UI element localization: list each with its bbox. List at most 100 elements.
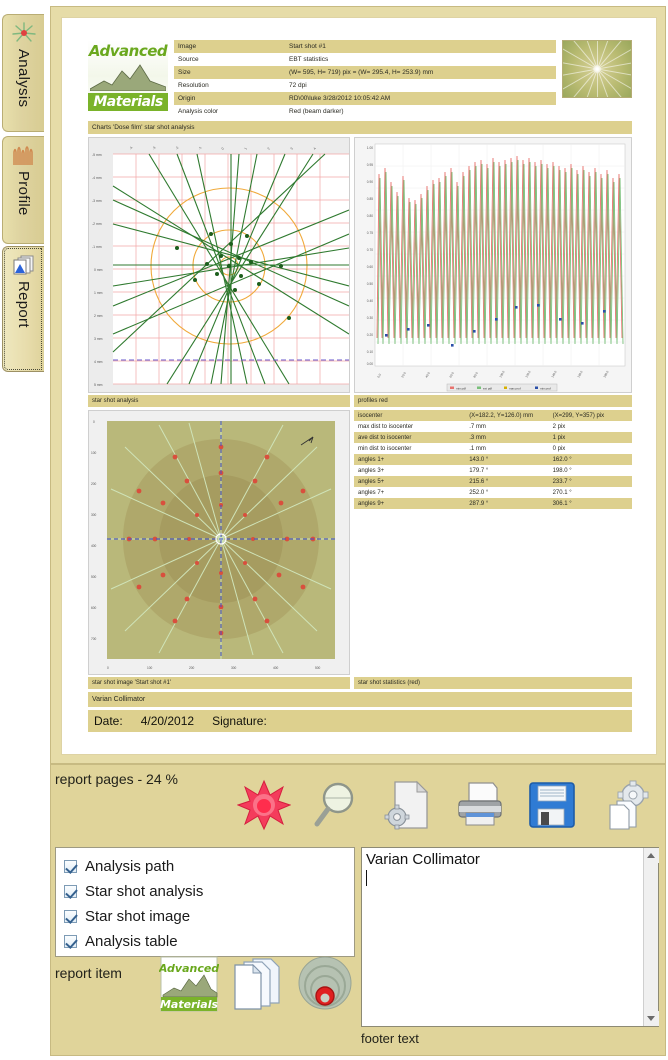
logo-line1: Advanced [88, 42, 168, 60]
checkbox-label: Star shot analysis [85, 883, 204, 900]
table-row: Resolution 72 dpi [174, 79, 556, 92]
caption-starshot-image: star shot image 'Start shot #1' [88, 677, 350, 689]
stat-pix: 2 pix [552, 423, 566, 430]
svg-text:400: 400 [91, 544, 97, 548]
chart-starshot-image[interactable]: 0 100 200 300 400 500 600 700 0 100 200 300 40… [88, 410, 350, 675]
svg-text:-4 mm: -4 mm [92, 176, 102, 180]
meta-key: Size [178, 69, 191, 76]
starburst-icon [11, 21, 37, 45]
checkmark-icon[interactable] [64, 910, 77, 923]
profile-waves-icon [11, 143, 37, 167]
svg-text:min pdf: min pdf [456, 386, 466, 390]
page-setup-button[interactable] [381, 779, 435, 831]
target-item-button[interactable] [295, 955, 355, 1013]
caption-starshot-analysis: star shot analysis [88, 395, 350, 407]
notes-scrollbar[interactable] [643, 848, 659, 1026]
checkmark-icon[interactable] [64, 935, 77, 948]
stat-pix: 198.0 ° [552, 467, 572, 474]
checkbox-analysis-path[interactable]: Analysis path [64, 854, 354, 879]
signature-label: Signature: [212, 714, 267, 728]
save-button[interactable] [525, 779, 579, 831]
table-row: Source EBT statistics [174, 53, 556, 66]
table-row: Size (W= 595, H= 719) pix = (W= 295.4, H… [174, 66, 556, 79]
tab-analysis[interactable]: Analysis [2, 14, 44, 132]
checkmark-icon[interactable] [64, 885, 77, 898]
checkmark-icon[interactable] [64, 860, 77, 873]
table-row: Analysis color Red (beam darker) [174, 105, 556, 118]
notes-textarea-content[interactable]: Varian Collimator [362, 848, 643, 1026]
meta-value: RD\00\luke 3/28/2012 10:05:42 AM [289, 95, 391, 102]
svg-text:300: 300 [231, 666, 237, 670]
preview-button[interactable] [309, 779, 363, 831]
tab-profile[interactable]: Profile [2, 136, 44, 244]
scroll-up-arrow-icon[interactable] [644, 848, 659, 863]
bottom-content-row: 0 100 200 300 400 500 600 700 0 100 200 300 40… [88, 410, 632, 675]
meta-key: Analysis color [178, 108, 219, 115]
stat-mm: .7 mm [469, 423, 486, 430]
svg-text:ext pdf: ext pdf [483, 386, 492, 390]
svg-text:0.40: 0.40 [367, 299, 373, 303]
tab-report[interactable]: Report [2, 246, 44, 372]
svg-text:0.70: 0.70 [367, 248, 373, 252]
stat-mm: (X=182.2, Y=126.0) mm [465, 410, 549, 421]
stat-pix: 270.1 ° [552, 489, 572, 496]
svg-text:200: 200 [91, 482, 97, 486]
top-captions-row: star shot analysis profiles red [88, 395, 632, 407]
magnifier-icon [314, 782, 354, 827]
logo-line2: Materials [88, 93, 168, 111]
report-pages-icon [11, 253, 37, 277]
table-row: isocenter (X=182.2, Y=126.0) mm (X=299, … [354, 410, 632, 421]
scroll-down-arrow-icon[interactable] [644, 1011, 659, 1026]
checkbox-label: Star shot image [85, 908, 191, 925]
chart-starshot-analysis[interactable]: -5 mm -4 mm -3 mm -2 mm -1 mm 0 mm 1 mm 2 mm… [88, 137, 350, 393]
charts-section-band: Charts 'Dose film' star shot analysis [88, 121, 632, 134]
notes-value: Varian Collimator [366, 851, 480, 868]
table-row: angles 5+ 215.6 ° 233.7 ° [354, 476, 632, 487]
logo-item-button[interactable]: Advanced Materials [158, 955, 219, 1013]
stat-label: isocenter [354, 410, 466, 421]
vertical-tab-strip: Analysis Profile Report [0, 8, 46, 1052]
report-preview-frame[interactable]: Advanced Materials Image Start shot #1 S… [50, 6, 666, 764]
bottom-captions-row: star shot image 'Start shot #1' star sho… [88, 677, 632, 689]
tab-analysis-label: Analysis [15, 49, 32, 108]
advanced-materials-logo-icon: Advanced Materials [88, 40, 168, 112]
notes-textarea[interactable]: Varian Collimator [361, 847, 659, 1027]
tab-profile-label: Profile [15, 171, 32, 216]
stat-mm: 252.0 ° [469, 489, 489, 496]
meta-key: Origin [178, 95, 196, 102]
checkbox-analysis-table[interactable]: Analysis table [64, 929, 354, 954]
print-button[interactable] [453, 779, 507, 831]
caption-starshot-statistics: star shot statistics (red) [354, 677, 632, 689]
export-settings-button[interactable] [597, 779, 651, 831]
page-gear-icon [384, 780, 429, 830]
checkbox-star-shot-analysis[interactable]: Star shot analysis [64, 879, 354, 904]
table-row: angles 9+ 287.9 ° 306.1 ° [354, 498, 632, 509]
report-sections-checklist: Analysis path Star shot analysis Star sh… [55, 847, 355, 957]
analyze-button[interactable] [236, 779, 292, 831]
checkbox-star-shot-image[interactable]: Star shot image [64, 904, 354, 929]
stat-mm: 143.0 ° [465, 454, 549, 465]
svg-text:600: 600 [91, 606, 97, 610]
signature-band: Date: 4/20/2012 Signature: [88, 710, 632, 732]
chart-profiles-red[interactable]: 1.00 0.95 0.90 0.85 0.80 0.75 0.70 0.60 0.50… [354, 137, 632, 393]
svg-text:0 mm: 0 mm [94, 268, 103, 272]
svg-text:300: 300 [91, 513, 97, 517]
stat-mm: 215.6 ° [465, 476, 549, 487]
application-window: Analysis Profile Report Advanced Materia… [0, 0, 668, 1060]
stat-label: max dist to isocenter [358, 423, 414, 430]
date-value: 4/20/2012 [140, 714, 195, 728]
stacked-pages-icon [234, 958, 280, 1010]
starshot-statistics-table: isocenter (X=182.2, Y=126.0) mm (X=299, … [354, 410, 632, 509]
top-charts-row: -5 mm -4 mm -3 mm -2 mm -1 mm 0 mm 1 mm 2 mm… [88, 137, 632, 393]
statistics-table-wrap: isocenter (X=182.2, Y=126.0) mm (X=299, … [354, 410, 632, 675]
pages-item-button[interactable] [227, 955, 287, 1013]
report-item-buttons: Advanced Materials [158, 955, 355, 1013]
svg-text:0.30: 0.30 [367, 316, 373, 320]
report-toolbar [236, 779, 651, 831]
meta-value: EBT statistics [289, 56, 329, 63]
collimator-band: Varian Collimator [88, 692, 632, 707]
svg-text:2 mm: 2 mm [94, 314, 103, 318]
advanced-materials-logo-icon: Advanced Materials [158, 956, 219, 1012]
svg-text:200: 200 [189, 666, 195, 670]
stat-mm: 179.7 ° [469, 467, 489, 474]
